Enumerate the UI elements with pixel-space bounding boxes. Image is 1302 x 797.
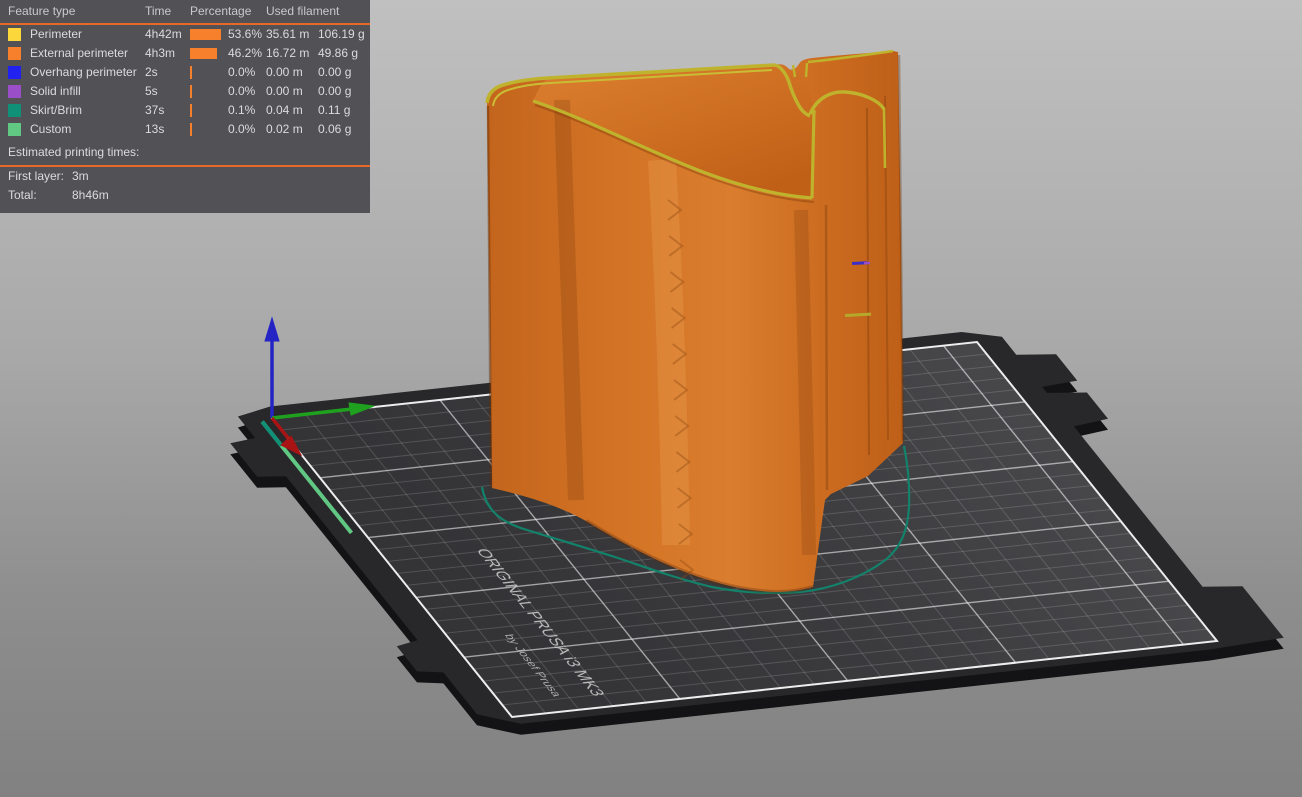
first-layer-value: 3m xyxy=(72,169,89,183)
gcode-preview-viewport[interactable]: ORIGINAL PRUSA i3 MK3 by Josef Prusa Fea… xyxy=(0,0,1302,797)
feature-filament-length: 0.02 m xyxy=(266,122,303,136)
feature-row: Solid infill 5s 0.0% 0.00 m 0.00 g xyxy=(0,82,370,101)
total-label: Total: xyxy=(8,188,37,202)
feature-time: 37s xyxy=(145,103,165,117)
feature-filament-weight: 0.11 g xyxy=(318,103,351,117)
header-percentage: Percentage xyxy=(190,4,252,18)
legend-header-row: Feature type Time Percentage Used filame… xyxy=(0,0,370,25)
feature-percentage-bar xyxy=(190,85,228,98)
header-used-filament: Used filament xyxy=(266,4,340,18)
feature-filament-length: 0.00 m xyxy=(266,65,303,79)
feature-label: Custom xyxy=(30,122,72,136)
feature-color-swatch xyxy=(8,123,21,136)
feature-row: Perimeter 4h42m 53.6% 35.61 m 106.19 g xyxy=(0,25,370,44)
feature-percentage: 53.6% xyxy=(228,27,263,41)
legend-panel: Feature type Time Percentage Used filame… xyxy=(0,0,370,213)
percentage-bar-fill xyxy=(190,48,217,59)
feature-filament-weight: 106.19 g xyxy=(318,27,365,41)
percentage-bar-fill xyxy=(190,123,192,136)
total-time-row: Total: 8h46m xyxy=(0,186,370,205)
estimated-times-title: Estimated printing times: xyxy=(0,139,370,167)
feature-filament-length: 35.61 m xyxy=(266,27,310,41)
solid-infill-mark xyxy=(864,261,871,265)
feature-label: Skirt/Brim xyxy=(30,103,82,117)
feature-label: External perimeter xyxy=(30,46,129,60)
feature-filament-length: 0.04 m xyxy=(266,103,303,117)
feature-label: Solid infill xyxy=(30,84,81,98)
feature-percentage: 0.0% xyxy=(228,65,256,79)
feature-filament-weight: 49.86 g xyxy=(318,46,359,60)
feature-color-swatch xyxy=(8,47,21,60)
feature-label: Overhang perimeter xyxy=(30,65,137,79)
feature-percentage: 0.1% xyxy=(228,103,256,117)
header-feature-type: Feature type xyxy=(8,4,76,18)
feature-row: Skirt/Brim 37s 0.1% 0.04 m 0.11 g xyxy=(0,101,370,120)
legend-rows: Perimeter 4h42m 53.6% 35.61 m 106.19 g Extern… xyxy=(0,25,370,139)
feature-filament-length: 16.72 m xyxy=(266,46,310,60)
feature-time: 13s xyxy=(145,122,165,136)
feature-percentage-bar xyxy=(190,123,228,136)
feature-percentage-bar xyxy=(190,104,228,117)
z-axis-arrowhead xyxy=(264,316,280,342)
feature-percentage: 46.2% xyxy=(228,46,263,60)
feature-filament-weight: 0.00 g xyxy=(318,65,352,79)
feature-percentage-bar xyxy=(190,48,228,60)
feature-filament-weight: 0.06 g xyxy=(318,122,352,136)
percentage-bar-fill xyxy=(190,85,192,98)
percentage-bar-fill xyxy=(190,29,221,40)
feature-color-swatch xyxy=(8,28,21,41)
feature-row: Overhang perimeter 2s 0.0% 0.00 m 0.00 g xyxy=(0,63,370,82)
feature-time: 4h3m xyxy=(145,46,176,60)
feature-percentage-bar xyxy=(190,29,228,41)
feature-percentage: 0.0% xyxy=(228,122,256,136)
shading-streak xyxy=(794,209,816,556)
feature-row: Custom 13s 0.0% 0.02 m 0.06 g xyxy=(0,120,370,139)
feature-time: 5s xyxy=(145,84,158,98)
feature-time: 2s xyxy=(145,65,158,79)
feature-label: Perimeter xyxy=(30,27,83,41)
feature-filament-weight: 0.00 g xyxy=(318,84,352,98)
feature-percentage-bar xyxy=(190,66,228,79)
column-crease xyxy=(824,204,829,491)
feature-color-swatch xyxy=(8,85,21,98)
feature-color-swatch xyxy=(8,104,21,117)
highlight-streak xyxy=(648,159,690,546)
percentage-bar-fill xyxy=(190,104,192,117)
percentage-bar-fill xyxy=(190,66,192,79)
feature-percentage: 0.0% xyxy=(228,84,256,98)
feature-row: External perimeter 4h3m 46.2% 16.72 m 49.86 … xyxy=(0,44,370,63)
first-layer-row: First layer: 3m xyxy=(0,167,370,186)
first-layer-label: First layer: xyxy=(8,169,65,183)
feature-time: 4h42m xyxy=(145,27,182,41)
feature-filament-length: 0.00 m xyxy=(266,84,303,98)
total-value: 8h46m xyxy=(72,188,109,202)
feature-color-swatch xyxy=(8,66,21,79)
header-time: Time xyxy=(145,4,172,18)
